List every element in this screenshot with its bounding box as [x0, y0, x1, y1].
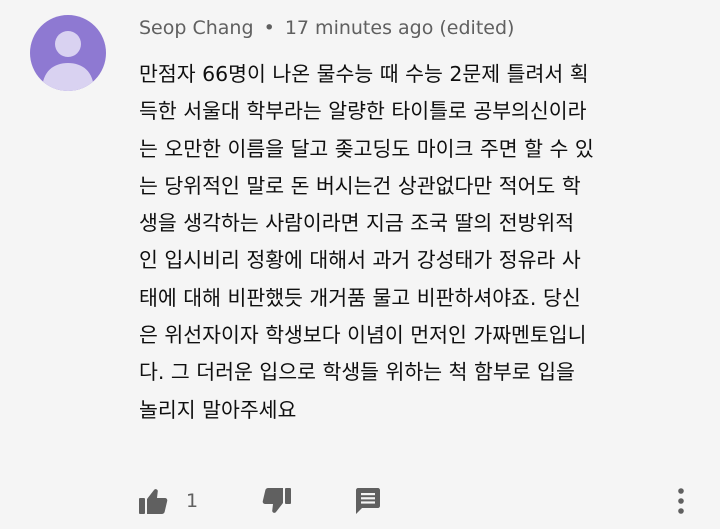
- avatar[interactable]: [30, 15, 106, 91]
- more-options-button[interactable]: [676, 478, 686, 524]
- dislike-button[interactable]: [262, 478, 292, 524]
- comment-text-line: 인 입시비리 정황에 대해서 과거 강성태가 정유라 사: [139, 248, 581, 273]
- comment-text: 만점자 66명이 나온 물수능 때 수능 2문제 틀려서 획 득한 서울대 학부…: [139, 56, 699, 429]
- comment-text-line: 놀리지 말아주세요: [139, 397, 297, 422]
- comment-text-line: 득한 서울대 학부라는 알량한 타이틀로 공부의신이라: [139, 99, 587, 124]
- separator-dot: •: [263, 17, 275, 39]
- user-silhouette-icon: [42, 31, 94, 91]
- author-name[interactable]: Seop Chang: [139, 17, 254, 39]
- comment-text-line: 다. 그 더러운 입으로 학생들 위하는 척 함부로 입을: [139, 360, 575, 385]
- thumbs-down-icon: [262, 487, 292, 515]
- like-button[interactable]: 1: [138, 478, 198, 524]
- comment-text-line: 은 위선자이자 학생보다 이념이 먼저인 가짜멘토입니: [139, 323, 587, 348]
- comment-text-line: 생을 생각하는 사람이라면 지금 조국 딸의 전방위적: [139, 211, 575, 236]
- comment-text-line: 는 오만한 이름을 달고 좆고딩도 마이크 주면 할 수 있: [139, 136, 594, 161]
- comment-text-line: 는 당위적인 말로 돈 버시는건 상관없다만 적어도 학: [139, 173, 581, 198]
- comment-thread: Seop Chang • 17 minutes ago (edited) 만점자…: [0, 0, 720, 529]
- comment-actions: 1: [0, 478, 720, 524]
- reply-button[interactable]: [354, 478, 382, 524]
- comment-text-line: 태에 대해 비판했듯 개거품 물고 비판하셔야죠. 당신: [139, 285, 581, 310]
- comment-icon: [354, 487, 382, 515]
- like-count: 1: [186, 490, 199, 512]
- more-vert-icon: [676, 487, 686, 515]
- timestamp[interactable]: 17 minutes ago (edited): [285, 17, 515, 39]
- comment-header: Seop Chang • 17 minutes ago (edited): [139, 14, 514, 42]
- comment-text-line: 만점자 66명이 나온 물수능 때 수능 2문제 틀려서 획: [139, 62, 589, 86]
- thumbs-up-icon: [138, 487, 168, 515]
